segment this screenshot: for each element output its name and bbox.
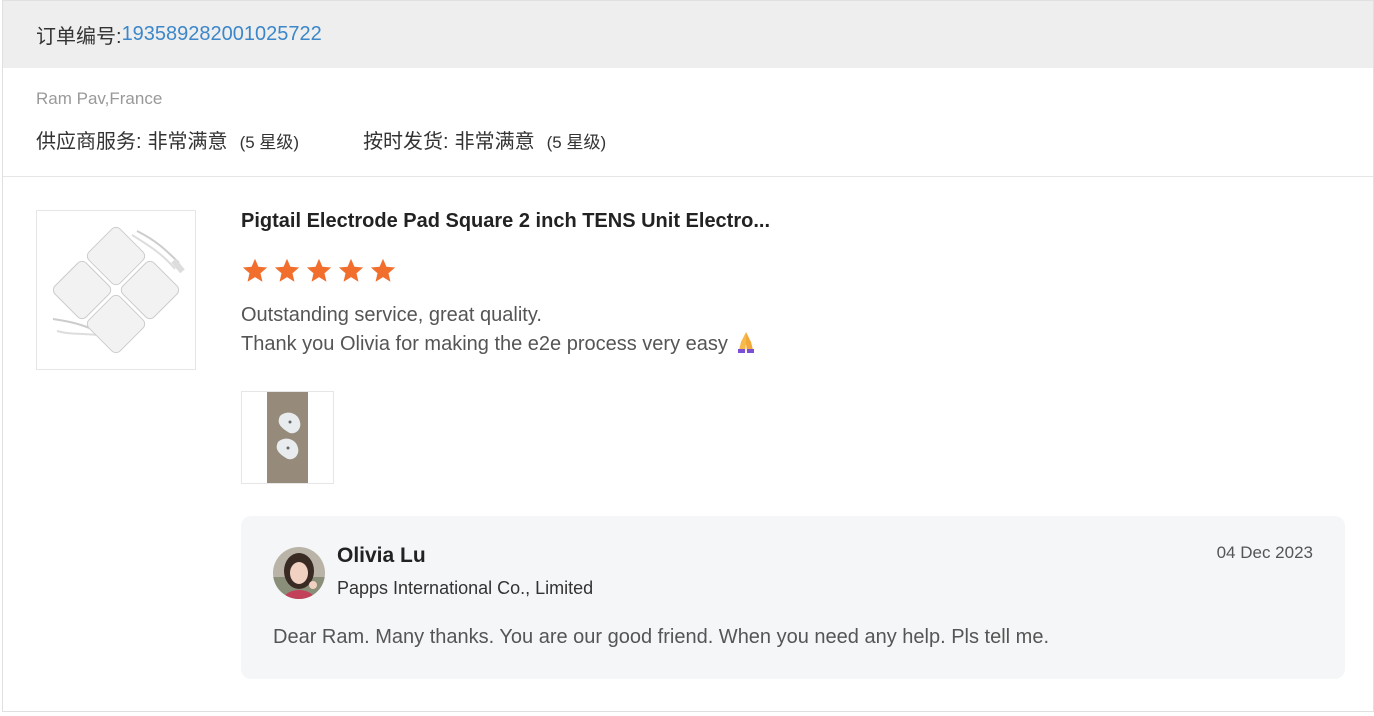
seller-avatar	[273, 547, 325, 599]
seller-name: Olivia Lu	[337, 544, 426, 567]
electrode-pads-image	[52, 226, 185, 354]
order-ratings: 供应商服务: 非常满意 (5 星级) 按时发货: 非常满意 (5 星级)	[36, 125, 606, 154]
seller-reply: Olivia Lu Papps International Co., Limit…	[241, 516, 1345, 679]
supplier-service-label: 供应商服务:	[36, 131, 142, 153]
supplier-service-value: 非常满意	[147, 131, 228, 153]
review-line-2: Thank you Olivia for making the e2e proc…	[241, 333, 728, 355]
reply-text: Dear Ram. Many thanks. You are our good …	[273, 626, 1049, 648]
review-photo-image	[267, 392, 308, 483]
on-time-delivery-rating: 按时发货: 非常满意 (5 星级)	[363, 125, 606, 154]
supplier-service-rating: 供应商服务: 非常满意 (5 星级)	[36, 125, 299, 154]
order-header: 订单编号: 193589282001025722	[3, 1, 1373, 68]
star-icon	[242, 258, 268, 282]
review-line-2-wrap: Thank you Olivia for making the e2e proc…	[241, 330, 758, 363]
product-title[interactable]: Pigtail Electrode Pad Square 2 inch TENS…	[241, 210, 770, 233]
order-label: 订单编号:	[36, 26, 122, 48]
star-icon	[306, 258, 332, 282]
on-time-delivery-label: 按时发货:	[363, 131, 449, 153]
supplier-service-stars: (5 星级)	[239, 133, 300, 152]
review-line-1: Outstanding service, great quality.	[241, 304, 542, 326]
pray-emoji-icon	[734, 330, 758, 363]
reply-date: 04 Dec 2023	[1216, 543, 1313, 562]
section-divider	[3, 176, 1373, 177]
star-icon	[370, 258, 396, 282]
on-time-delivery-value: 非常满意	[454, 131, 535, 153]
product-image[interactable]	[36, 210, 196, 370]
product-rating-stars	[241, 257, 401, 285]
review-photo-thumbnail[interactable]	[241, 391, 334, 484]
on-time-delivery-stars: (5 星级)	[546, 133, 607, 152]
order-id-link[interactable]: 193589282001025722	[122, 23, 322, 46]
review-card: 订单编号: 193589282001025722 Ram Pav,France 供…	[2, 0, 1374, 712]
review-text: Outstanding service, great quality. Than…	[241, 301, 758, 363]
star-icon	[338, 258, 364, 282]
buyer-info: Ram Pav,France	[36, 89, 163, 108]
star-icon	[274, 258, 300, 282]
seller-company: Papps International Co., Limited	[337, 578, 594, 598]
